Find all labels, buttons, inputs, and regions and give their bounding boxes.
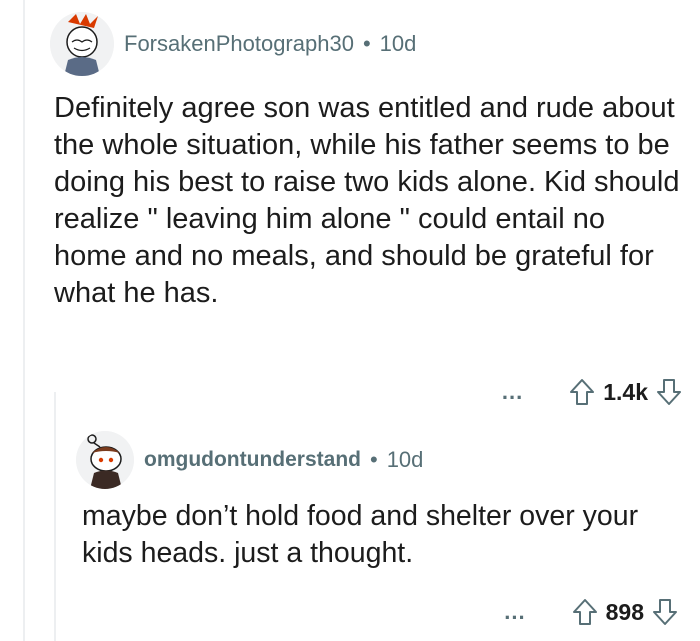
upvote-icon[interactable] — [572, 598, 598, 626]
comment: ForsakenPhotograph30 • 10d Definitely ag… — [50, 12, 686, 405]
thread-line[interactable] — [23, 0, 25, 641]
comment-actions: ... 1.4k — [502, 374, 682, 410]
reply-age: 10d — [386, 447, 424, 472]
separator-dot: • — [369, 447, 378, 472]
more-options-icon[interactable]: ... — [502, 379, 523, 405]
vote-score: 898 — [605, 598, 644, 625]
user-avatar-icon[interactable] — [50, 12, 114, 76]
upvote-icon[interactable] — [569, 378, 595, 406]
more-options-icon[interactable]: ... — [504, 599, 525, 625]
reply-user-avatar-icon[interactable] — [76, 431, 134, 489]
vote-score: 1.4k — [603, 378, 648, 405]
reply-username[interactable]: omgudontunderstand — [144, 448, 361, 472]
reply-thread-line[interactable] — [54, 392, 56, 641]
comment-header: ForsakenPhotograph30 • 10d — [50, 12, 686, 76]
downvote-icon[interactable] — [652, 598, 678, 626]
downvote-icon[interactable] — [656, 378, 682, 406]
comment-body: Definitely agree son was entitled and ru… — [54, 92, 680, 309]
username[interactable]: ForsakenPhotograph30 — [124, 31, 354, 57]
reply-body: maybe don’t hold food and shelter over y… — [82, 500, 639, 569]
reply-comment: omgudontunderstand • 10d maybe don’t hol… — [76, 430, 686, 625]
separator-dot: • — [362, 31, 371, 56]
comment-age: 10d — [379, 31, 417, 56]
reply-actions: ... 898 — [504, 594, 678, 630]
reply-header: omgudontunderstand • 10d — [76, 430, 686, 490]
